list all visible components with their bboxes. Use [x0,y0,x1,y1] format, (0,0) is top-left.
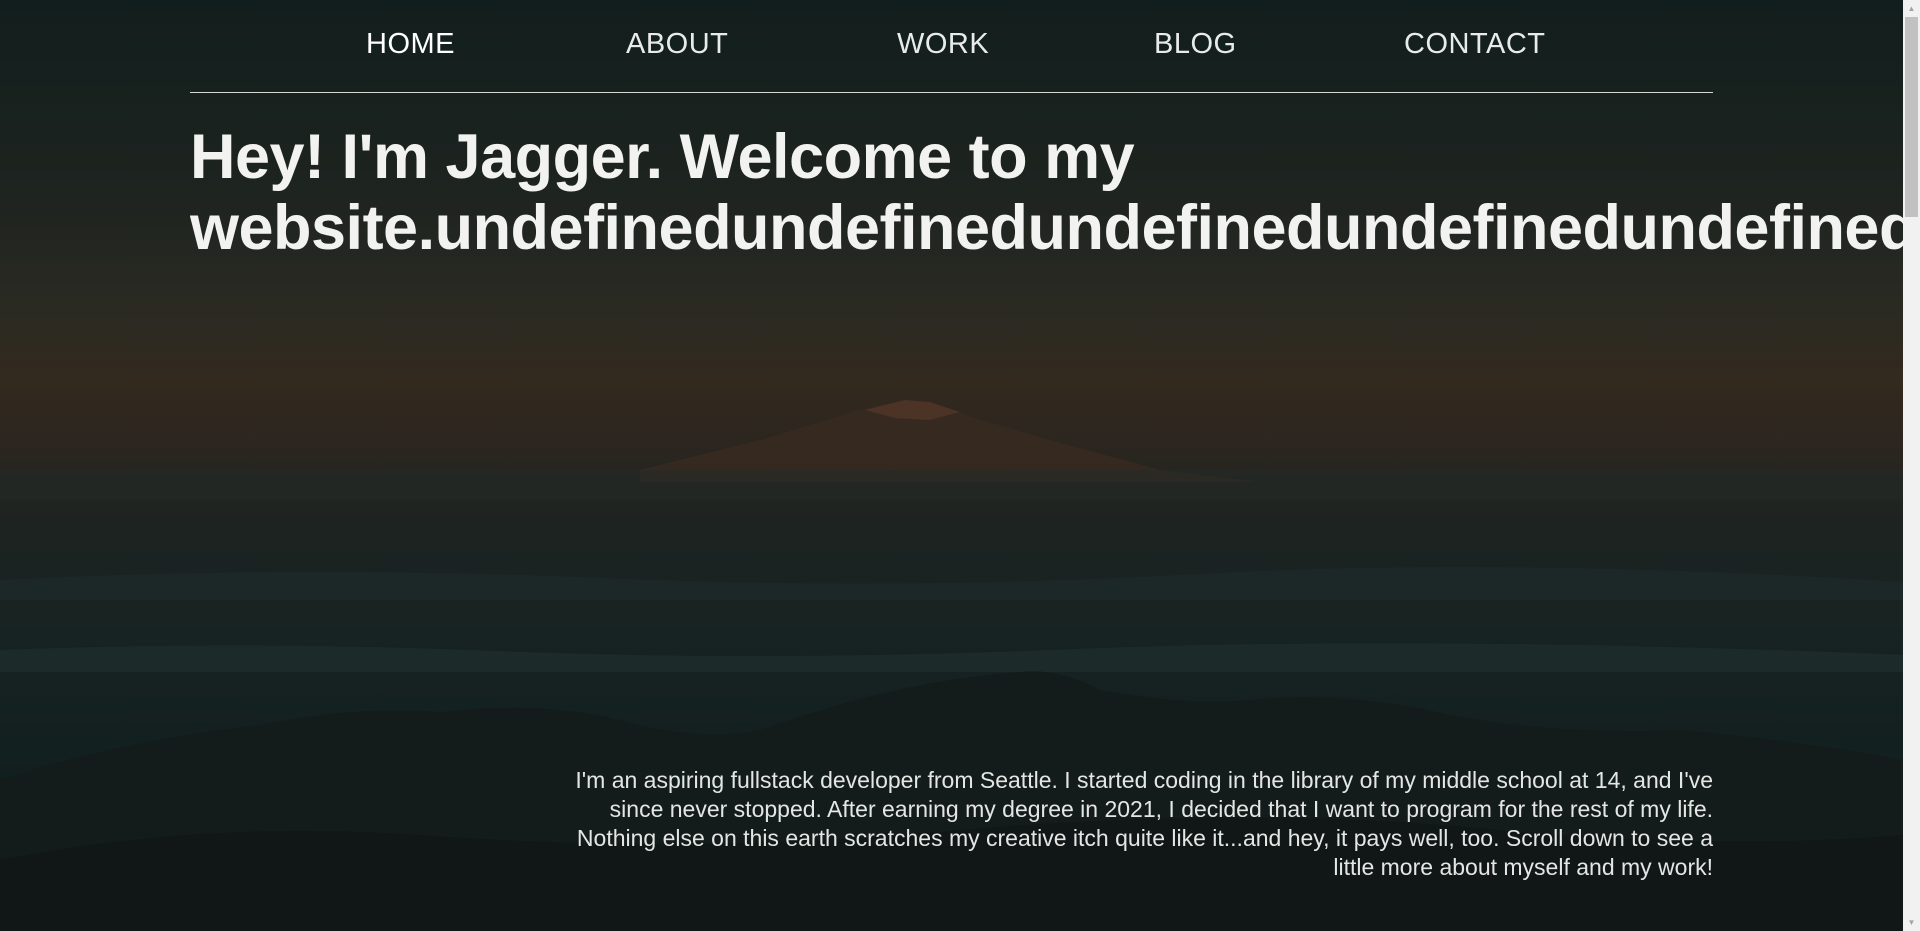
nav-home-link[interactable]: HOME [366,28,455,61]
hero-heading-line-2: website.undefinedundefinedundefinedundef… [190,193,1903,263]
nav-contact-link[interactable]: CONTACT [1404,28,1546,61]
hero-heading: Hey! I'm Jagger. Welcome to my website.u… [190,122,1903,264]
nav-blog-link[interactable]: BLOG [1154,28,1237,61]
scroll-down-arrow-icon[interactable]: ▼ [1903,914,1920,931]
intro-paragraph: I'm an aspiring fullstack developer from… [575,767,1713,880]
vertical-scrollbar[interactable]: ▲ ▼ [1903,0,1920,931]
nav-work-link[interactable]: WORK [897,28,989,61]
scroll-up-arrow-icon[interactable]: ▲ [1903,0,1920,17]
hero-heading-line-1: Hey! I'm Jagger. Welcome to my [190,122,1135,192]
scrollbar-thumb[interactable] [1905,17,1918,217]
main-nav: HOME ABOUT WORK BLOG CONTACT [190,0,1713,93]
nav-about-link[interactable]: ABOUT [626,28,728,61]
